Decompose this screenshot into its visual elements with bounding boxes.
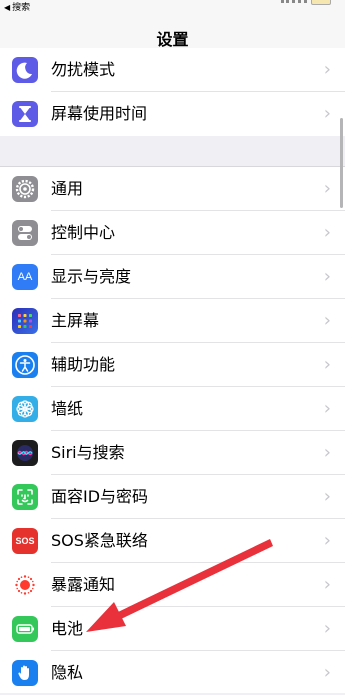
battery-icon [12, 616, 38, 642]
status-battery-icon [311, 0, 331, 5]
toggles-icon [12, 220, 38, 246]
row-label: 辅助功能 [51, 355, 116, 374]
settings-row-screen-time[interactable]: 屏幕使用时间 › [0, 92, 345, 136]
row-label: 显示与亮度 [51, 267, 132, 286]
row-label: SOS紧急联络 [51, 531, 148, 550]
hourglass-icon [12, 101, 38, 127]
accessibility-icon [12, 352, 38, 378]
chevron-right-icon: › [323, 354, 331, 375]
row-label: 隐私 [51, 663, 84, 682]
back-label: 搜索 [12, 3, 31, 13]
home-grid-icon [12, 308, 38, 334]
settings-group-focus: 勿扰模式 › 屏幕使用时间 › [0, 48, 345, 136]
row-label: 勿扰模式 [51, 60, 116, 79]
row-label: 主屏幕 [51, 311, 100, 330]
chevron-right-icon: › [323, 574, 331, 595]
status-indicators [281, 0, 331, 6]
signal-icon [281, 0, 307, 6]
chevron-right-icon: › [323, 530, 331, 551]
text-size-icon: AA [12, 264, 38, 290]
row-label: 控制中心 [51, 223, 116, 242]
back-triangle-icon: ◀ [4, 3, 11, 12]
flower-icon [12, 396, 38, 422]
chevron-right-icon: › [323, 178, 331, 199]
settings-row-wallpaper[interactable]: 墙纸 › [0, 387, 345, 431]
chevron-right-icon: › [323, 618, 331, 639]
row-label: 面容ID与密码 [51, 487, 149, 506]
settings-row-battery[interactable]: 电池 › [0, 607, 345, 651]
page-title: 设置 [156, 30, 189, 49]
settings-row-accessibility[interactable]: 辅助功能 › [0, 343, 345, 387]
row-label: 墙纸 [51, 399, 84, 418]
chevron-right-icon: › [323, 398, 331, 419]
hand-icon [12, 660, 38, 686]
chevron-right-icon: › [323, 486, 331, 507]
row-label: 电池 [51, 619, 84, 638]
settings-row-display-brightness[interactable]: AA 显示与亮度 › [0, 255, 345, 299]
row-label: 通用 [51, 179, 84, 198]
text-size-glyph: AA [17, 271, 33, 283]
chevron-right-icon: › [323, 310, 331, 331]
chevron-right-icon: › [323, 59, 331, 80]
chevron-right-icon: › [323, 442, 331, 463]
chevron-right-icon: › [323, 662, 331, 683]
settings-row-general[interactable]: 通用 › [0, 167, 345, 211]
row-label: 暴露通知 [51, 575, 116, 594]
row-label: Siri与搜索 [51, 443, 125, 462]
chevron-right-icon: › [323, 222, 331, 243]
moon-icon [12, 57, 38, 83]
face-id-icon [12, 484, 38, 510]
settings-row-do-not-disturb[interactable]: 勿扰模式 › [0, 48, 345, 92]
settings-row-face-id-passcode[interactable]: 面容ID与密码 › [0, 475, 345, 519]
exposure-icon [12, 572, 38, 598]
settings-row-home-screen[interactable]: 主屏幕 › [0, 299, 345, 343]
settings-row-exposure-notifications[interactable]: 暴露通知 › [0, 563, 345, 607]
gear-icon [12, 176, 38, 202]
siri-icon [12, 440, 38, 466]
settings-group-general: 通用 › 控制中心 › AA 显示与亮度 › 主屏幕 › 辅助功能 › 墙纸 ›… [0, 166, 345, 693]
settings-row-control-center[interactable]: 控制中心 › [0, 211, 345, 255]
back-to-search-link[interactable]: ◀ 搜索 [4, 0, 30, 16]
sos-glyph: SOS [15, 536, 35, 546]
row-label: 屏幕使用时间 [51, 104, 148, 123]
sos-icon: SOS [12, 528, 38, 554]
chevron-right-icon: › [323, 266, 331, 287]
chevron-right-icon: › [323, 103, 331, 124]
scrollbar[interactable] [340, 118, 343, 208]
settings-row-privacy[interactable]: 隐私 › [0, 651, 345, 695]
settings-row-siri-search[interactable]: Siri与搜索 › [0, 431, 345, 475]
status-bar: ◀ 搜索 [0, 0, 345, 16]
settings-row-emergency-sos[interactable]: SOS SOS紧急联络 › [0, 519, 345, 563]
